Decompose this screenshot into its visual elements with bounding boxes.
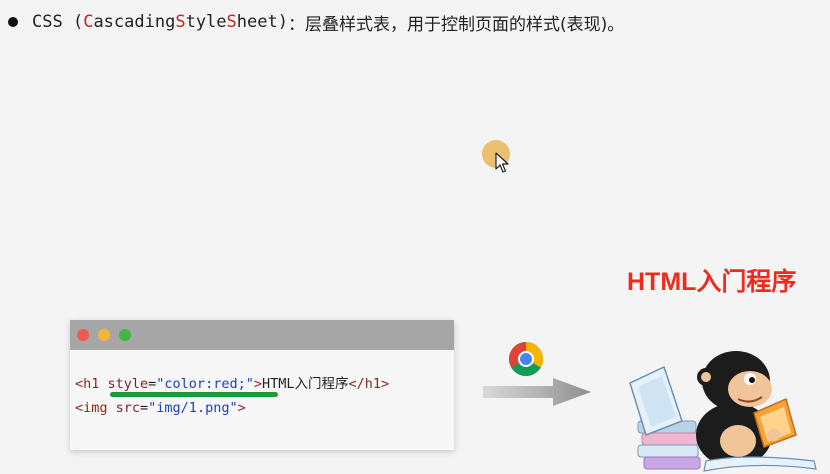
code-text-content: HTML入门程序 [261, 376, 349, 392]
code-tag-h1-end: </h1> [348, 376, 390, 392]
mascot-reading-icon [629, 351, 817, 472]
code-attr-src: src [115, 400, 141, 416]
headline-text-2: ascading [93, 12, 176, 32]
headline-text-1: CSS ( [32, 12, 84, 32]
code-equals-2: = [140, 400, 149, 416]
headline-text-3: tyle [185, 12, 227, 32]
style-underline-highlight [110, 392, 278, 397]
mouse-cursor-icon [495, 152, 509, 173]
headline-description: ：层叠样式表，用于控制页面的样式(表现)。 [287, 14, 625, 35]
code-tag-close: > [253, 376, 262, 392]
code-attr-style: style [107, 376, 149, 392]
headline: CSS ( C ascading S tyle S heet) ：层叠样式表，用… [8, 10, 625, 35]
arrow-right-icon [483, 378, 591, 406]
code-tag-img-close: > [237, 400, 246, 416]
close-dot-icon[interactable] [77, 329, 89, 341]
headline-letter-s2: S [226, 12, 237, 32]
code-value-color: "color:red;" [156, 376, 254, 392]
maximize-dot-icon[interactable] [119, 329, 131, 341]
minimize-dot-icon[interactable] [98, 329, 110, 341]
code-editor-window: <h1 style="color:red;">HTML入门程序</h1> <im… [70, 320, 454, 450]
headline-letter-s1: S [175, 12, 186, 32]
code-line-2: <img src="img/1.png"> [75, 396, 454, 420]
code-tag-img-open: <img [75, 400, 116, 416]
headline-letter-c: C [83, 12, 94, 32]
chrome-icon [509, 342, 543, 376]
headline-text-4: heet) [236, 12, 288, 32]
editor-titlebar [70, 320, 454, 350]
code-value-src: "img/1.png" [148, 400, 238, 416]
bullet-icon [8, 17, 18, 27]
demo-title: HTML入门程序 [627, 268, 797, 296]
code-tag-h1-open: <h1 [75, 376, 108, 392]
